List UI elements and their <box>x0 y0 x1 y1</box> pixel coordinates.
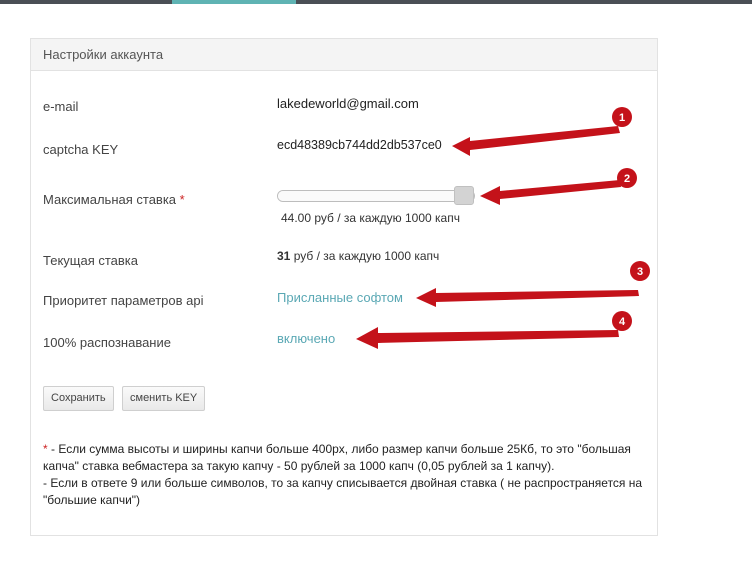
captcha-key-value: ecd48389cb744dd2db537ce0 <box>277 138 442 152</box>
max-bid-label: Максимальная ставка * <box>43 192 185 207</box>
max-bid-slider-fill <box>278 191 465 201</box>
current-bid-amount: 31 <box>277 249 291 263</box>
account-settings-panel: Настройки аккаунта e-mail lakedeworld@gm… <box>30 38 658 536</box>
max-bid-label-text: Максимальная ставка <box>43 192 177 207</box>
footnote-line-2: - Если в ответе 9 или больше символов, т… <box>43 476 643 507</box>
email-label: e-mail <box>43 99 79 114</box>
full-recognition-label: 100% распознавание <box>43 335 171 350</box>
current-bid-label: Текущая ставка <box>43 253 138 268</box>
footnote: * - Если сумма высоты и ширины капчи бол… <box>43 441 643 509</box>
api-priority-label: Приоритет параметров api <box>43 293 204 308</box>
panel-title: Настройки аккаунта <box>31 39 657 71</box>
max-bid-value: 44.00 руб / за каждую 1000 капч <box>281 211 460 225</box>
current-bid-value: 31 руб / за каждую 1000 капч <box>277 249 439 263</box>
max-bid-slider-handle[interactable] <box>454 186 474 205</box>
save-button[interactable]: Сохранить <box>43 386 114 411</box>
full-recognition-link[interactable]: включено <box>277 331 335 346</box>
change-key-button[interactable]: сменить KEY <box>122 386 206 411</box>
footnote-line-1-text: - Если сумма высоты и ширины капчи больш… <box>43 442 631 473</box>
required-mark: * <box>179 192 185 207</box>
top-bar <box>0 0 752 4</box>
max-bid-slider-track[interactable] <box>277 190 475 202</box>
current-bid-unit: руб / за каждую 1000 капч <box>290 249 440 263</box>
top-bar-active-tab[interactable] <box>172 0 296 4</box>
email-value: lakedeworld@gmail.com <box>277 96 419 111</box>
footnote-line-1: * - Если сумма высоты и ширины капчи бол… <box>43 441 643 475</box>
captcha-key-label: captcha KEY <box>43 142 119 157</box>
api-priority-link[interactable]: Присланные софтом <box>277 290 403 305</box>
